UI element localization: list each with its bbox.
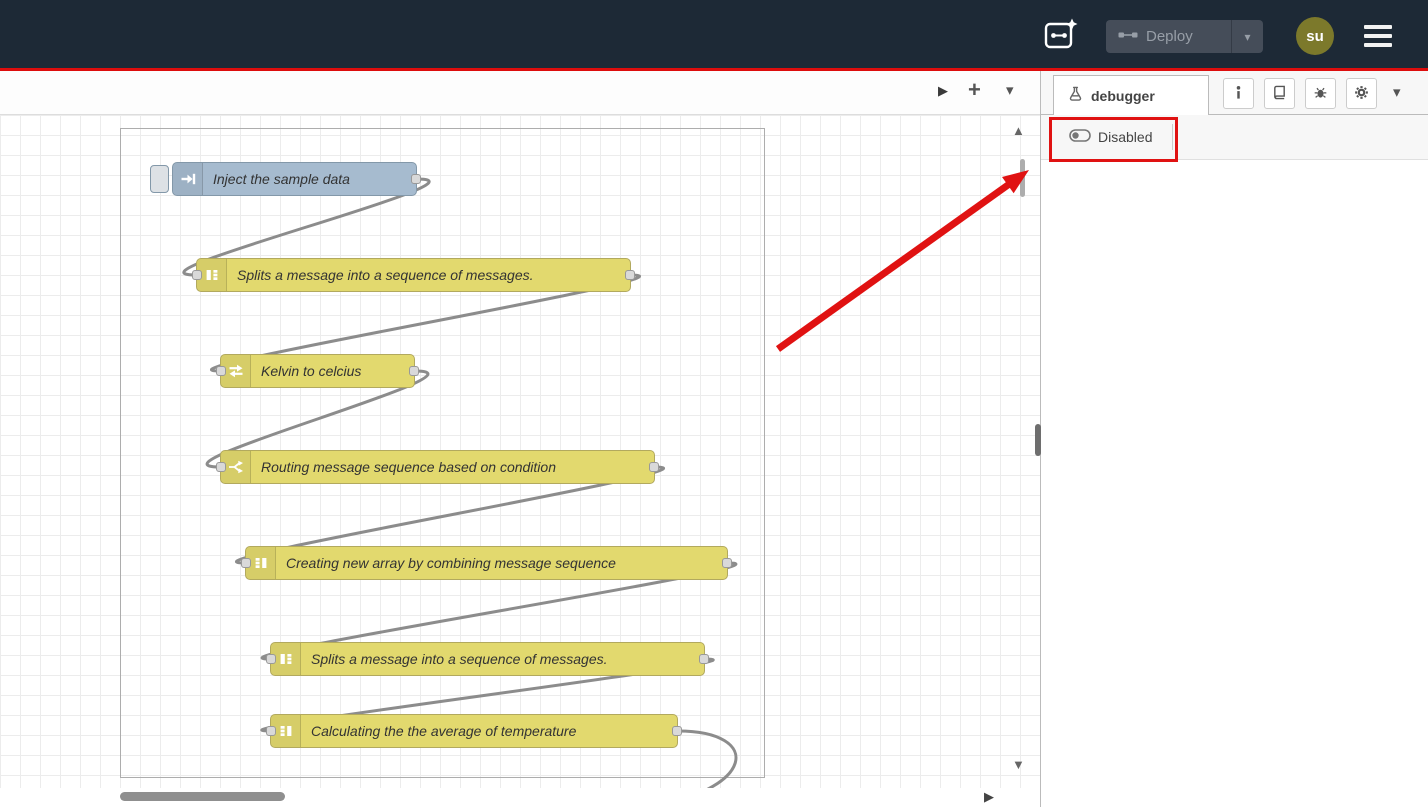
- ai-flow-icon-glyph: [1043, 41, 1079, 56]
- sidebar-resize-handle[interactable]: [1035, 424, 1041, 456]
- main-menu-button[interactable]: [1364, 25, 1394, 47]
- node-average[interactable]: Calculating the the average of temperatu…: [270, 714, 678, 748]
- vertical-scrollbar-thumb[interactable]: [1020, 159, 1025, 197]
- avatar-initials: su: [1306, 28, 1324, 45]
- debugger-panel-content: [1041, 160, 1428, 807]
- disabled-label: Disabled: [1098, 129, 1152, 145]
- workspace-tab-bar: ▶ + ▾: [0, 71, 1040, 115]
- node-label: Creating new array by combining message …: [276, 555, 626, 571]
- canvas-scroll-up-icon[interactable]: ▲: [1012, 123, 1025, 138]
- flow-canvas[interactable]: Inject the sample data Splits a message i…: [0, 115, 1040, 788]
- output-port[interactable]: [699, 654, 709, 664]
- output-port[interactable]: [672, 726, 682, 736]
- flow-list-chevron-icon[interactable]: ▾: [1006, 81, 1014, 99]
- book-icon: [1272, 85, 1287, 103]
- bug-icon: [1313, 85, 1328, 103]
- gear-icon: [1354, 85, 1369, 103]
- sidebar-collapse-chevron-icon[interactable]: ▾: [1393, 83, 1401, 101]
- inject-trigger-button[interactable]: [150, 165, 169, 193]
- output-port[interactable]: [649, 462, 659, 472]
- chevron-down-icon: ▾: [1244, 30, 1250, 44]
- input-port[interactable]: [216, 462, 226, 472]
- node-label: Routing message sequence based on condit…: [251, 459, 566, 475]
- docs-button[interactable]: [1264, 78, 1295, 109]
- output-port[interactable]: [409, 366, 419, 376]
- flask-icon: [1068, 86, 1083, 106]
- input-port[interactable]: [266, 726, 276, 736]
- ai-flow-icon[interactable]: [1043, 17, 1079, 53]
- tab-debugger[interactable]: debugger: [1053, 75, 1209, 115]
- info-button[interactable]: [1223, 78, 1254, 109]
- tab-debugger-label: debugger: [1091, 88, 1155, 104]
- debugger-toolbar: Disabled: [1041, 115, 1428, 160]
- input-port[interactable]: [216, 366, 226, 376]
- deploy-label: Deploy: [1146, 28, 1193, 45]
- deploy-main[interactable]: Deploy: [1106, 20, 1231, 53]
- node-label: Calculating the the average of temperatu…: [301, 723, 586, 739]
- input-port[interactable]: [266, 654, 276, 664]
- toolbar-separator: [1172, 124, 1173, 150]
- node-switch[interactable]: Routing message sequence based on condit…: [220, 450, 655, 484]
- inject-icon: [173, 163, 203, 195]
- output-port[interactable]: [625, 270, 635, 280]
- node-label: Kelvin to celcius: [251, 363, 371, 379]
- node-red-window: Deploy ▾ su ▶ + ▾ Inject the sample data…: [0, 0, 1428, 807]
- canvas-scroll-right-icon[interactable]: ▶: [984, 789, 994, 805]
- deploy-button[interactable]: Deploy ▾: [1106, 20, 1263, 53]
- node-join[interactable]: Creating new array by combining message …: [245, 546, 728, 580]
- sidebar: debugger ▾ Disabled: [1040, 71, 1428, 807]
- output-port[interactable]: [411, 174, 421, 184]
- tab-scroll-right-icon[interactable]: ▶: [938, 83, 948, 99]
- horizontal-scrollbar: ▶: [0, 788, 1040, 807]
- node-inject[interactable]: Inject the sample data: [172, 162, 417, 196]
- debug-button[interactable]: [1305, 78, 1336, 109]
- info-icon: [1231, 85, 1246, 103]
- toggle-off-icon: [1069, 129, 1091, 145]
- sidebar-tab-bar: debugger ▾: [1041, 71, 1428, 115]
- deploy-options-caret[interactable]: ▾: [1231, 20, 1263, 53]
- output-port[interactable]: [722, 558, 732, 568]
- horizontal-scrollbar-thumb[interactable]: [120, 792, 285, 801]
- header-bar: Deploy ▾ su: [0, 0, 1428, 68]
- add-flow-button[interactable]: +: [968, 77, 981, 103]
- disabled-toggle-button[interactable]: Disabled: [1059, 124, 1162, 150]
- node-split-1[interactable]: Splits a message into a sequence of mess…: [196, 258, 631, 292]
- header-underline: [0, 68, 1428, 71]
- node-label: Inject the sample data: [203, 171, 360, 187]
- input-port[interactable]: [241, 558, 251, 568]
- node-split-2[interactable]: Splits a message into a sequence of mess…: [270, 642, 705, 676]
- settings-button[interactable]: [1346, 78, 1377, 109]
- input-port[interactable]: [192, 270, 202, 280]
- node-label: Splits a message into a sequence of mess…: [227, 267, 544, 283]
- node-label: Splits a message into a sequence of mess…: [301, 651, 618, 667]
- canvas-scroll-down-icon[interactable]: ▼: [1012, 757, 1025, 772]
- deploy-icon: [1118, 28, 1138, 46]
- user-avatar[interactable]: su: [1296, 17, 1334, 55]
- node-kelvin-to-celsius[interactable]: Kelvin to celcius: [220, 354, 415, 388]
- hamburger-icon: [1364, 25, 1392, 29]
